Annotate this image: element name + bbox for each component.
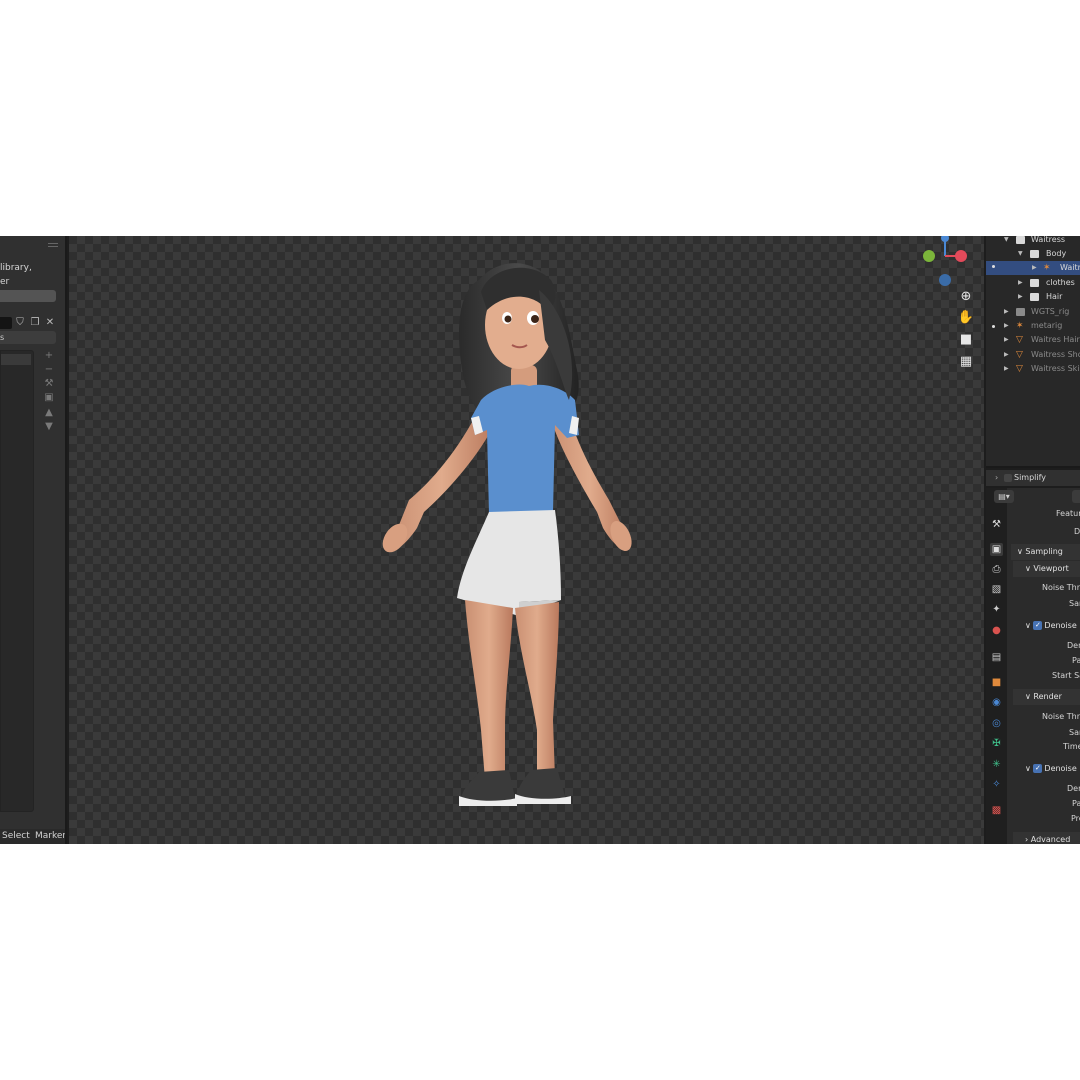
outliner-row[interactable]: ▶ clothes xyxy=(986,276,1080,290)
panel-text-line-1: library, xyxy=(0,263,32,273)
grid-icon[interactable]: ▦ xyxy=(956,352,976,372)
navigation-gizmo[interactable] xyxy=(917,236,967,288)
sampling-panel-header[interactable]: ∨ Sampling xyxy=(1011,544,1080,560)
timeline-header: Select Marker xyxy=(0,829,65,844)
particles-icon[interactable]: ◎ xyxy=(990,717,1003,730)
denoise-checkbox[interactable]: ✓ xyxy=(1033,764,1043,773)
item-list[interactable] xyxy=(0,350,34,812)
view-layer-icon[interactable]: ▧ xyxy=(990,583,1003,596)
armature-data-icon[interactable]: ✳ xyxy=(990,758,1003,771)
material-icon[interactable]: ▩ xyxy=(990,804,1003,817)
shield-icon[interactable]: ⛉ xyxy=(14,317,26,329)
object-icon[interactable]: ■ xyxy=(990,676,1003,689)
scene-icon[interactable]: ✦ xyxy=(990,603,1003,616)
collection-icon xyxy=(1016,236,1025,244)
armature-icon: ✶ xyxy=(1043,263,1051,273)
outliner-row[interactable]: ▶ ▽ Waitress Skin xyxy=(986,362,1080,376)
bone-icon[interactable]: ✧ xyxy=(990,778,1003,791)
outliner-row[interactable]: ▼ Waitress xyxy=(986,236,1080,247)
visibility-icon[interactable] xyxy=(992,265,995,268)
chevron-right-icon: › xyxy=(995,473,999,482)
outliner[interactable]: ▼ Waitress ▼ Body ▶ ✶ Waitr ▶ clothes ▶ … xyxy=(986,236,1080,466)
hand-icon[interactable]: ✋ xyxy=(956,308,976,328)
collection-icon[interactable]: ▤ xyxy=(990,651,1003,664)
denoise-render-header[interactable]: ∨ ✓ Denoise xyxy=(1013,761,1080,777)
zoom-icon[interactable]: ⊕ xyxy=(956,287,976,307)
simplify-panel-header[interactable]: › Simplify xyxy=(986,470,1080,486)
outliner-row[interactable]: ▶ ✶ metarig xyxy=(986,319,1080,333)
mesh-triangle-icon: ▽ xyxy=(1016,335,1023,345)
plus-icon[interactable]: + xyxy=(43,350,55,362)
filter-icon[interactable]: ▣ xyxy=(43,392,55,404)
render-properties: Feature De ∨ Sampling ∨ Viewport Noise T… xyxy=(1009,488,1080,844)
list-item[interactable] xyxy=(1,354,31,365)
advanced-subpanel-header[interactable]: › Advanced xyxy=(1013,832,1080,844)
3d-viewport[interactable]: ⊕ ✋ ■ ▦ xyxy=(69,236,984,844)
chevron-down-icon: ∨ xyxy=(1017,547,1023,556)
denoise-checkbox[interactable]: ✓ xyxy=(1033,621,1043,630)
chevron-down-icon: ∨ xyxy=(1025,692,1031,701)
minus-icon[interactable]: − xyxy=(43,364,55,376)
tool-icon[interactable]: ⚒ xyxy=(990,518,1003,531)
character-model[interactable] xyxy=(369,250,669,820)
close-icon[interactable]: ✕ xyxy=(44,317,56,329)
world-icon[interactable]: ● xyxy=(990,624,1003,637)
blender-window: library, er ⛉ ❐ ✕ s + − ⚒ ▣ ▲ ▼ Select M… xyxy=(0,236,1080,844)
collection-icon xyxy=(1030,250,1039,258)
color-swatch[interactable] xyxy=(0,317,12,329)
outliner-row-selected[interactable]: ▶ ✶ Waitr xyxy=(986,261,1080,275)
output-icon[interactable]: ⎙ xyxy=(990,563,1003,576)
outliner-row[interactable]: ▶ WGTS_rig xyxy=(986,305,1080,319)
area-divider[interactable] xyxy=(986,466,1080,468)
outliner-row[interactable]: ▶ Hair xyxy=(986,290,1080,304)
asset-library-panel: library, er ⛉ ❐ ✕ s + − ⚒ ▣ ▲ ▼ Select M… xyxy=(0,236,67,844)
chevron-down-icon: ∨ xyxy=(1025,564,1031,573)
select-menu[interactable]: Select xyxy=(2,831,30,841)
chevron-down-icon: ∨ xyxy=(1025,764,1031,773)
chevron-right-icon: › xyxy=(1025,835,1029,844)
collection-icon xyxy=(1016,308,1025,316)
arrow-up-icon[interactable]: ▲ xyxy=(43,407,55,419)
viewport-subpanel-header[interactable]: ∨ Viewport xyxy=(1013,561,1080,577)
mesh-triangle-icon: ▽ xyxy=(1016,364,1023,374)
collection-icon xyxy=(1030,293,1039,301)
render-icon[interactable]: ▣ xyxy=(990,543,1003,556)
collection-icon xyxy=(1030,279,1039,287)
denoise-viewport-header[interactable]: ∨ ✓ Denoise xyxy=(1013,618,1080,634)
panel-text-line-2: er xyxy=(0,277,10,287)
camera-icon[interactable]: ■ xyxy=(956,330,976,350)
outliner-row[interactable]: ▼ Body xyxy=(986,247,1080,261)
render-subpanel-header[interactable]: ∨ Render xyxy=(1013,689,1080,705)
outliner-row[interactable]: ▶ ▽ Waitres Hair xyxy=(986,333,1080,347)
mesh-triangle-icon: ▽ xyxy=(1016,350,1023,360)
copy-icon[interactable]: ❐ xyxy=(29,317,41,329)
physics-icon[interactable]: ✠ xyxy=(990,737,1003,750)
outliner-row[interactable]: ▶ ▽ Waitress Shoe xyxy=(986,348,1080,362)
chevron-down-icon: ∨ xyxy=(1025,621,1031,630)
properties-tabs: ⚒ ▣ ⎙ ▧ ✦ ● ▤ ■ ◉ ◎ ✠ ✳ ✧ ▩ xyxy=(986,488,1007,844)
visibility-icon[interactable] xyxy=(992,325,995,328)
armature-icon: ✶ xyxy=(1016,321,1024,331)
simplify-checkbox[interactable] xyxy=(1004,474,1012,482)
arrow-down-icon[interactable]: ▼ xyxy=(43,421,55,433)
properties-editor[interactable]: ⚒ ▣ ⎙ ▧ ✦ ● ▤ ■ ◉ ◎ ✠ ✳ ✧ ▩ ▤▾ Feature D… xyxy=(986,488,1080,844)
modifier-icon[interactable]: ◉ xyxy=(990,696,1003,709)
panel-input-field[interactable] xyxy=(0,290,56,302)
panel-dropdown[interactable]: s xyxy=(0,331,56,344)
panel-drag-handle[interactable] xyxy=(48,243,58,244)
eyedropper-icon[interactable]: ⚒ xyxy=(43,378,55,390)
marker-menu[interactable]: Marker xyxy=(35,831,65,841)
